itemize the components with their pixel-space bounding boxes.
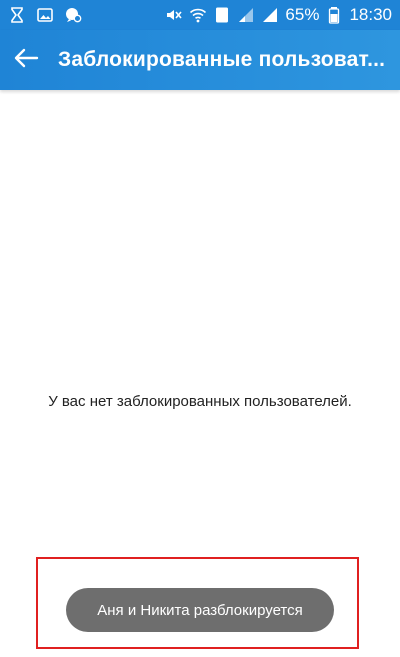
signal-icon (237, 6, 255, 24)
hourglass-icon (8, 6, 26, 24)
battery-percent: 65% (285, 5, 320, 24)
arrow-left-icon (13, 47, 39, 74)
toast-message: Аня и Никита разблокируется (66, 588, 334, 632)
signal-icon-2 (261, 6, 279, 24)
page-title: Заблокированные пользоват... (58, 48, 386, 71)
status-right-icons: 65% 18:30 (165, 6, 392, 24)
empty-state-message: У вас нет заблокированных пользователей. (48, 393, 352, 410)
screen: 65% 18:30 Заблокированные пользоват... У… (0, 0, 400, 657)
clock: 18:30 (349, 5, 392, 24)
mute-icon (165, 6, 183, 24)
battery-icon (325, 6, 343, 24)
status-left-icons (8, 6, 82, 24)
sim2-icon (213, 6, 231, 24)
app-bar: Заблокированные пользоват... (0, 30, 400, 90)
status-bar: 65% 18:30 (0, 0, 400, 30)
wifi-icon (189, 6, 207, 24)
image-icon (36, 6, 54, 24)
chat-icon (64, 6, 82, 24)
back-button[interactable] (0, 30, 52, 90)
